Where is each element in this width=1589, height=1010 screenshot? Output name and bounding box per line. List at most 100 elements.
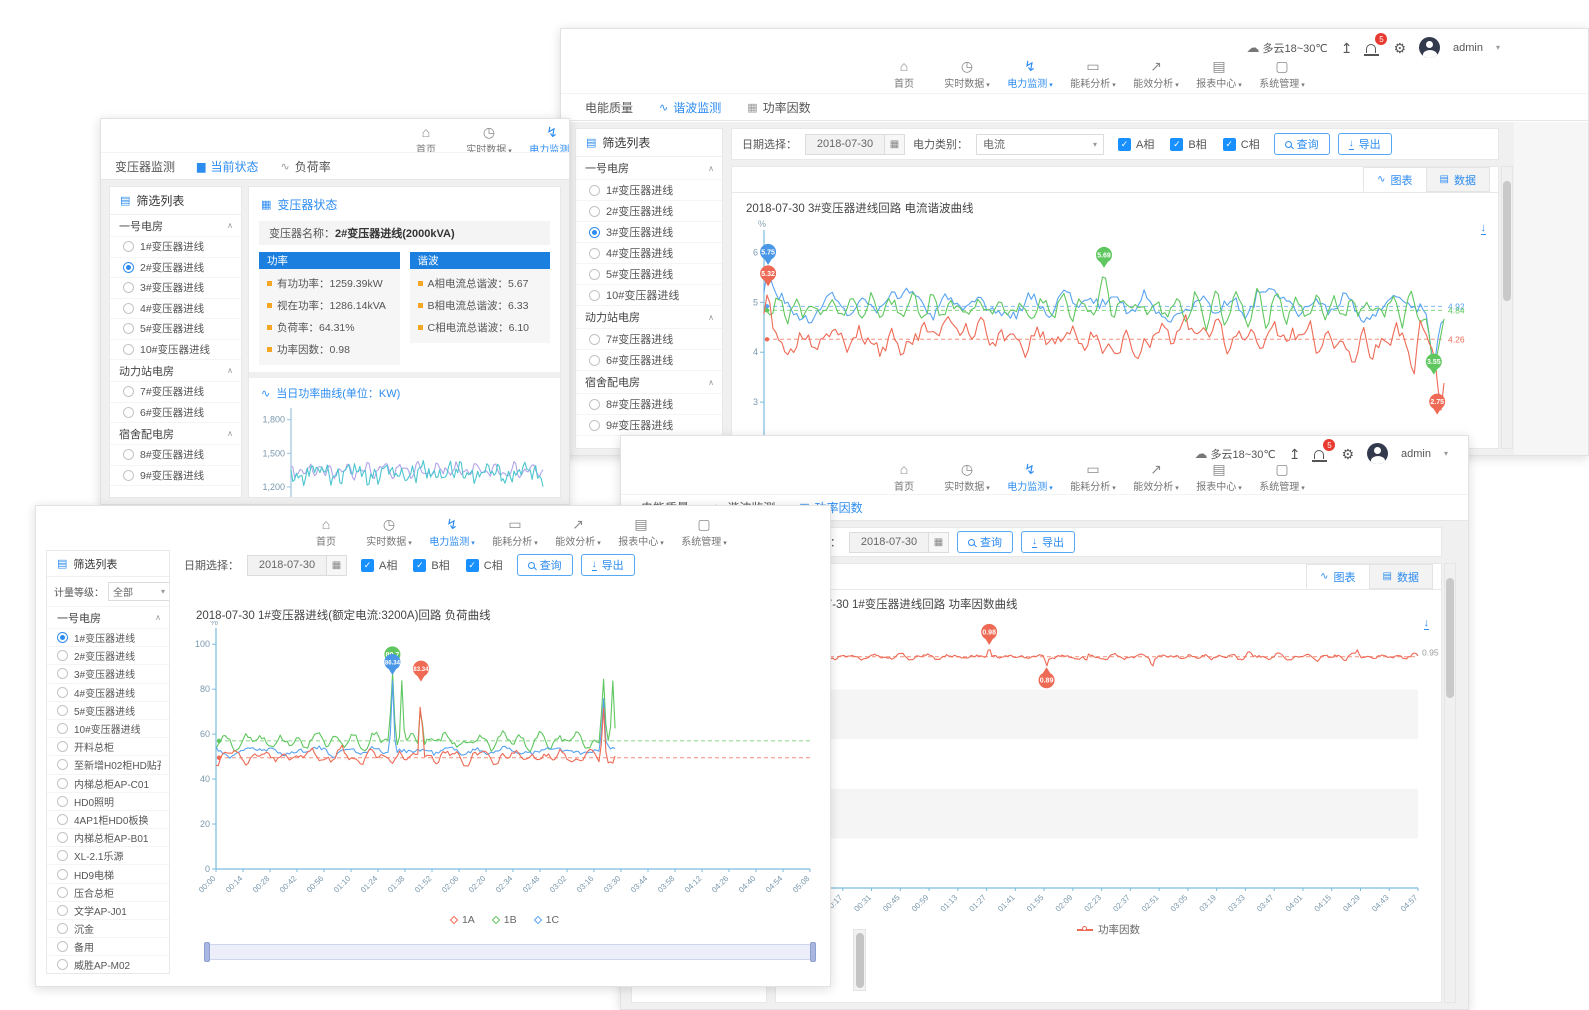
sidebar-list-row[interactable]: 10#变压器进线 [576,285,722,306]
legend-item[interactable]: 1C [535,914,559,926]
radio-button[interactable] [589,248,600,259]
radio-button[interactable] [589,269,600,280]
radio-button[interactable] [57,723,68,734]
sidebar-list-row[interactable]: 威胜AP-M02 [47,956,169,974]
radio-button[interactable] [57,796,68,807]
sidebar-list-row[interactable]: 至新增H02柜HD贴孔 [47,756,169,774]
nav-item[interactable]: 能耗分析▾ [1068,461,1118,493]
radio-button[interactable] [123,344,134,355]
sidebar-list-row[interactable]: 文学AP-J01 [47,902,169,920]
sidebar-list-row[interactable]: HD9电梯 [47,865,169,883]
sidebar-list-row[interactable]: 内梯总柜AP-B01 [47,829,169,847]
radio-button[interactable] [57,850,68,861]
sidebar-list-row[interactable]: 2#变压器进线 [110,258,241,279]
date-input[interactable]: 2018-07-30▦ [849,532,949,553]
calendar-icon[interactable]: ▦ [884,135,904,154]
sidebar-list-row[interactable]: 备用 [47,938,169,956]
sidebar-list-row[interactable]: 内梯总柜AP-C01 [47,775,169,793]
radio-button[interactable] [123,282,134,293]
sidebar-list-row[interactable]: 宿舍配电房 ∧ [110,423,241,445]
sidebar-list-row[interactable]: 沉金 [47,920,169,938]
sidebar-list-row[interactable]: 5#变压器进线 [576,264,722,285]
radio-button[interactable] [123,241,134,252]
nav-item[interactable]: 实时数据▾ [942,58,992,90]
legend-item[interactable]: 1A [451,914,475,926]
sidebar-list-row[interactable]: 1#变压器进线 [110,237,241,258]
checkbox-check-icon[interactable]: ✓ [1170,138,1183,151]
sidebar-list-row[interactable]: 一号电房 ∧ [110,215,241,237]
sidebar-list-row[interactable]: 3#变压器进线 [47,665,169,683]
sidebar-list-row[interactable]: 宿舍配电房 ∧ [576,371,722,394]
nav-item[interactable]: 系统管理▾ [1257,461,1307,493]
scrollbar-thumb[interactable] [1446,578,1454,698]
phase-checkbox[interactable]: ✓ C相 [466,557,503,573]
settings-gear-icon[interactable]: ⚙ [1341,447,1354,461]
sidebar-list-row[interactable]: 一号电房 ∧ [47,607,169,629]
radio-button[interactable] [123,470,134,481]
scrollbar[interactable] [1444,563,1456,1003]
legend-item[interactable]: 1B [493,914,517,926]
upload-icon[interactable]: ↥ [1341,41,1353,55]
sidebar-list-row[interactable]: 6#变压器进线 [576,350,722,371]
sidebar-list-row[interactable]: 10#变压器进线 [110,340,241,361]
query-button[interactable]: 查询 [1274,133,1330,155]
sidebar-list-row[interactable]: 6#变压器进线 [110,403,241,424]
chart-download-icon[interactable]: ↓ [1424,618,1430,630]
radio-button[interactable] [123,386,134,397]
radio-button[interactable] [123,262,134,273]
radio-button[interactable] [57,814,68,825]
chevron-down-icon[interactable]: ▾ [1496,43,1500,52]
tab[interactable]: 负荷率 [281,158,331,175]
sidebar-list-row[interactable]: HD0照明 [47,793,169,811]
sidebar-list-row[interactable]: 动力站电房 ∧ [576,306,722,329]
nav-item[interactable]: 首页 [879,58,929,90]
nav-item[interactable]: 能效分析▾ [1131,461,1181,493]
sidebar-list-row[interactable]: XL-2.1乐源 [47,847,169,865]
nav-item[interactable]: 电力监测▾ [1005,461,1055,493]
view-tab[interactable]: 图表 [1306,564,1369,589]
power-type-select[interactable]: 电流▾ [976,134,1104,155]
export-button[interactable]: ↓导出 [581,554,635,576]
username[interactable]: admin [1401,448,1431,460]
radio-button[interactable] [57,650,68,661]
legend-item[interactable]: 功率因数 [1077,922,1140,937]
radio-button[interactable] [589,206,600,217]
radio-button[interactable] [57,632,68,643]
radio-button[interactable] [123,323,134,334]
radio-button[interactable] [57,705,68,716]
nav-item[interactable]: 能效分析▾ [553,516,603,548]
meter-level-select[interactable]: 全部▾ [108,582,170,601]
view-tab[interactable]: 图表 [1363,167,1426,192]
nav-item[interactable]: 实时数据▾ [364,516,414,548]
radio-button[interactable] [57,759,68,770]
nav-item[interactable]: 电力监测▾ [427,516,477,548]
nav-item[interactable]: 实时数据▾ [942,461,992,493]
chart-download-icon[interactable]: ↓ [1481,223,1487,235]
nav-item[interactable]: 能效分析▾ [1131,58,1181,90]
sidebar-list-row[interactable]: 5#变压器进线 [110,319,241,340]
nav-item[interactable]: 报表中心▾ [616,516,666,548]
calendar-icon[interactable]: ▦ [326,556,346,575]
nav-item[interactable]: 能耗分析▾ [490,516,540,548]
scrollbar-thumb[interactable] [856,933,864,988]
sidebar-list-row[interactable]: 10#变压器进线 [47,720,169,738]
nav-item[interactable]: 系统管理▾ [1257,58,1307,90]
sidebar-list-row[interactable]: 4#变压器进线 [47,684,169,702]
radio-button[interactable] [589,420,600,431]
sidebar-list-row[interactable]: 9#变压器进线 [576,415,722,436]
sidebar-list-row[interactable]: 5#变压器进线 [47,702,169,720]
sidebar-list-row[interactable]: 4#变压器进线 [576,243,722,264]
sidebar-list-row[interactable]: 开料总柜 [47,738,169,756]
nav-item[interactable]: 电力监测▾ [1005,58,1055,90]
radio-button[interactable] [57,832,68,843]
sidebar-list-row[interactable]: 8#变压器进线 [576,394,722,415]
phase-checkbox[interactable]: ✓ A相 [1118,136,1154,152]
checkbox-check-icon[interactable]: ✓ [1118,138,1131,151]
radio-button[interactable] [589,334,600,345]
radio-button[interactable] [589,355,600,366]
tab[interactable]: 电能质量 [585,99,633,116]
phase-checkbox[interactable]: ✓ A相 [361,557,397,573]
nav-item[interactable]: 首页 [879,461,929,493]
upload-icon[interactable]: ↥ [1289,447,1301,461]
sidebar-list-row[interactable]: 1#变压器进线 [576,180,722,201]
